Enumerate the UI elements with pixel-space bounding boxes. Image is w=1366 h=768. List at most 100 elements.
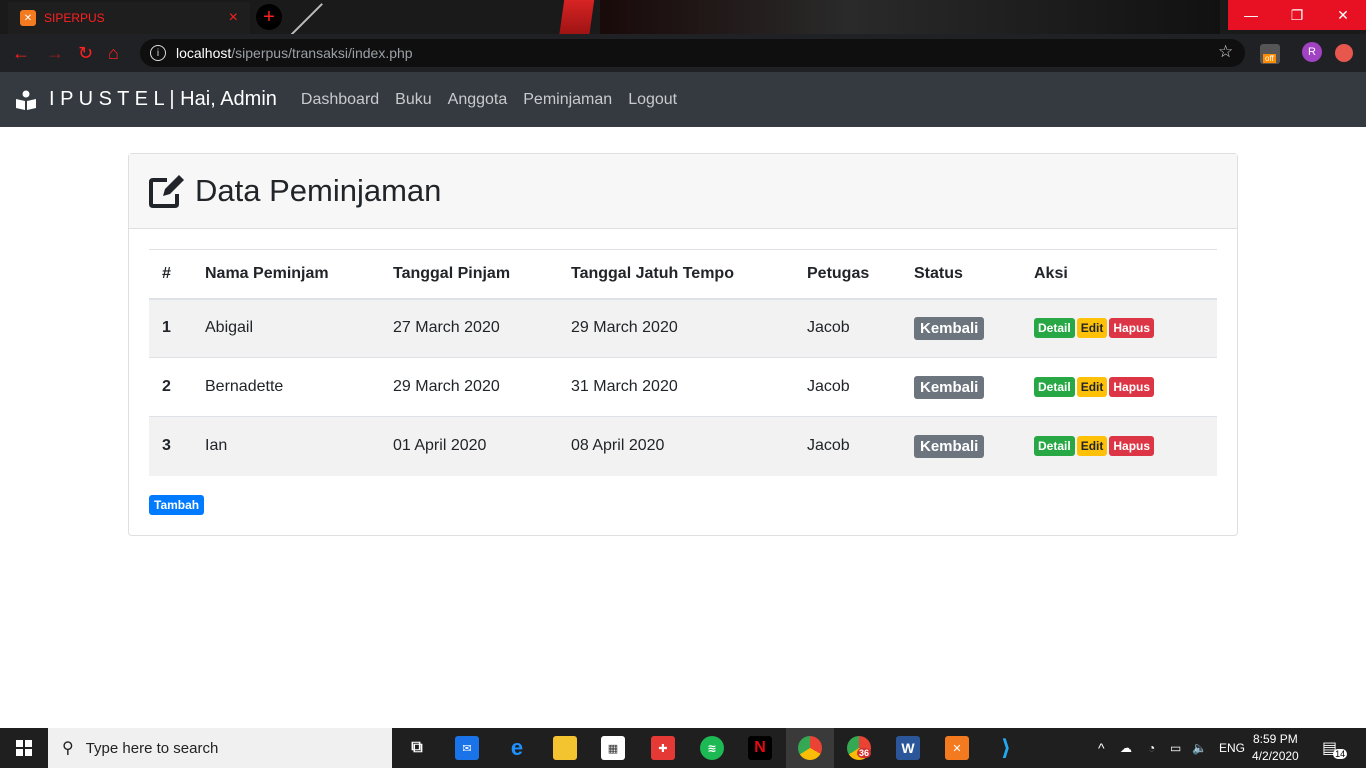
detail-button[interactable]: Detail [1034, 436, 1075, 457]
nav-dashboard[interactable]: Dashboard [301, 91, 379, 109]
language-indicator[interactable]: ENG [1219, 728, 1245, 768]
table-row: 2 Bernadette 29 March 2020 31 March 2020… [149, 357, 1217, 417]
notification-center[interactable]: ▤ 14 [1322, 728, 1348, 768]
app-navbar: I P U S T E L | Hai, Admin Dashboard Buk… [0, 72, 1366, 127]
clock-date: 4/2/2020 [1252, 749, 1299, 763]
row-pinjam: 27 March 2020 [380, 298, 558, 358]
row-actions: Detail Edit Hapus [1021, 298, 1217, 358]
detail-button[interactable]: Detail [1034, 377, 1075, 397]
row-actions: Detail Edit Hapus [1021, 357, 1217, 417]
reload-icon[interactable]: ↻ [78, 43, 93, 64]
col-status: Status [901, 249, 1021, 300]
row-no: 1 [149, 298, 192, 358]
edit-button[interactable]: Edit [1076, 318, 1108, 339]
brand-text: I P U S T E L | Hai, Admin [49, 88, 277, 110]
back-icon[interactable]: ← [12, 43, 30, 64]
spotify-icon[interactable]: ≋ [700, 736, 724, 760]
status-badge: Kembali [914, 316, 985, 340]
nav-anggota[interactable]: Anggota [448, 91, 508, 109]
task-view-icon[interactable]: ⧉ [405, 736, 429, 760]
edit-button[interactable]: Edit [1076, 377, 1108, 397]
windows-taskbar: ⚲ Type here to search ⧉ ✉ e ▦ ✚ ≋ N 36 W… [0, 728, 1366, 768]
row-actions: Detail Edit Hapus [1021, 416, 1217, 476]
nav-logout[interactable]: Logout [628, 91, 677, 109]
extension-badge: off [1263, 54, 1276, 63]
nav-buku[interactable]: Buku [395, 91, 431, 109]
wallpaper-stripe [554, 0, 596, 34]
extension-icon-2[interactable] [1335, 44, 1353, 62]
row-status-cell: Kembali [901, 416, 1021, 476]
address-bar[interactable]: i localhost/siperpus/transaksi/index.php [140, 39, 1245, 67]
mail-icon[interactable]: ✉ [455, 736, 479, 760]
restore-button[interactable]: ❐ [1274, 0, 1320, 30]
row-pinjam: 29 March 2020 [380, 357, 558, 417]
row-status-cell: Kembali [901, 298, 1021, 358]
browser-titlebar: ✕ SIPERPUS × + — ❐ ✕ [0, 0, 1366, 34]
clock[interactable]: 8:59 PM 4/2/2020 [1252, 731, 1299, 765]
minimize-button[interactable]: — [1228, 0, 1274, 30]
word-icon[interactable]: W [896, 736, 920, 760]
row-status-cell: Kembali [901, 357, 1021, 417]
xampp-icon[interactable]: ✕ [945, 736, 969, 760]
close-window-button[interactable]: ✕ [1320, 0, 1366, 30]
search-placeholder: Type here to search [85, 739, 219, 757]
battery-icon[interactable]: ▭ [1170, 728, 1181, 768]
vscode-icon[interactable]: ⟩ [994, 735, 1018, 760]
col-petugas: Petugas [794, 249, 901, 300]
hapus-button[interactable]: Hapus [1109, 377, 1155, 397]
bookmark-star-icon[interactable]: ☆ [1218, 42, 1233, 62]
extension-icon[interactable]: off [1260, 44, 1280, 64]
gift-icon[interactable]: ✚ [651, 736, 675, 760]
browser-tab[interactable]: ✕ SIPERPUS × [8, 2, 250, 34]
chrome-icon[interactable] [798, 736, 822, 760]
detail-button[interactable]: Detail [1034, 318, 1075, 339]
wallpaper-line [279, 3, 323, 34]
navbar-brand[interactable]: I P U S T E L | Hai, Admin [15, 88, 277, 111]
row-no: 2 [149, 357, 192, 417]
url-path: /siperpus/transaksi/index.php [231, 45, 413, 61]
col-aksi: Aksi [1021, 249, 1217, 300]
profile-avatar[interactable]: R [1302, 42, 1322, 62]
forward-icon[interactable]: → [46, 43, 64, 64]
row-nama: Ian [192, 416, 380, 476]
chrome-canary-icon[interactable]: 36 [847, 736, 872, 760]
edit-button[interactable]: Edit [1076, 436, 1108, 457]
tab-close-icon[interactable]: × [229, 9, 238, 27]
col-nama: Nama Peminjam [192, 249, 380, 300]
row-nama: Bernadette [192, 357, 380, 417]
volume-icon[interactable]: 🔈 [1192, 728, 1207, 768]
row-nama: Abigail [192, 298, 380, 358]
new-tab-button[interactable]: + [256, 4, 282, 30]
url-host: localhost [176, 45, 232, 61]
edit-icon [149, 175, 184, 208]
col-no: # [149, 249, 192, 300]
row-pinjam: 01 April 2020 [380, 416, 558, 476]
file-explorer-icon[interactable] [553, 736, 577, 760]
chrome-badge: 36 [857, 748, 872, 758]
wallpaper-background [600, 0, 1220, 34]
tambah-button[interactable]: Tambah [149, 495, 205, 515]
row-petugas: Jacob [794, 357, 901, 417]
onedrive-icon[interactable]: ☁ [1120, 728, 1132, 768]
peminjaman-table: # Nama Peminjam Tanggal Pinjam Tanggal J… [149, 249, 1217, 476]
windows-logo-icon [16, 740, 32, 756]
edge-icon[interactable]: e [505, 735, 529, 760]
store-icon[interactable]: ▦ [601, 736, 625, 760]
peminjaman-card: Data Peminjaman # Nama Peminjam Tanggal … [128, 153, 1238, 536]
status-badge: Kembali [914, 434, 985, 458]
col-tanggal-tempo: Tanggal Jatuh Tempo [558, 249, 794, 300]
netflix-icon[interactable]: N [748, 736, 772, 760]
start-button[interactable] [0, 728, 48, 768]
hapus-button[interactable]: Hapus [1109, 318, 1155, 339]
hapus-button[interactable]: Hapus [1109, 436, 1155, 457]
row-petugas: Jacob [794, 416, 901, 476]
taskbar-search[interactable]: ⚲ Type here to search [48, 728, 392, 768]
table-row: 1 Abigail 27 March 2020 29 March 2020 Ja… [149, 298, 1217, 358]
wifi-icon[interactable]: ◔ [1148, 728, 1155, 768]
col-tanggal-pinjam: Tanggal Pinjam [380, 249, 558, 300]
site-info-icon[interactable]: i [150, 45, 166, 61]
home-icon[interactable]: ⌂ [108, 43, 119, 64]
nav-peminjaman[interactable]: Peminjaman [523, 91, 612, 109]
show-hidden-icons[interactable]: ^ [1098, 728, 1105, 768]
row-tempo: 08 April 2020 [558, 416, 794, 476]
